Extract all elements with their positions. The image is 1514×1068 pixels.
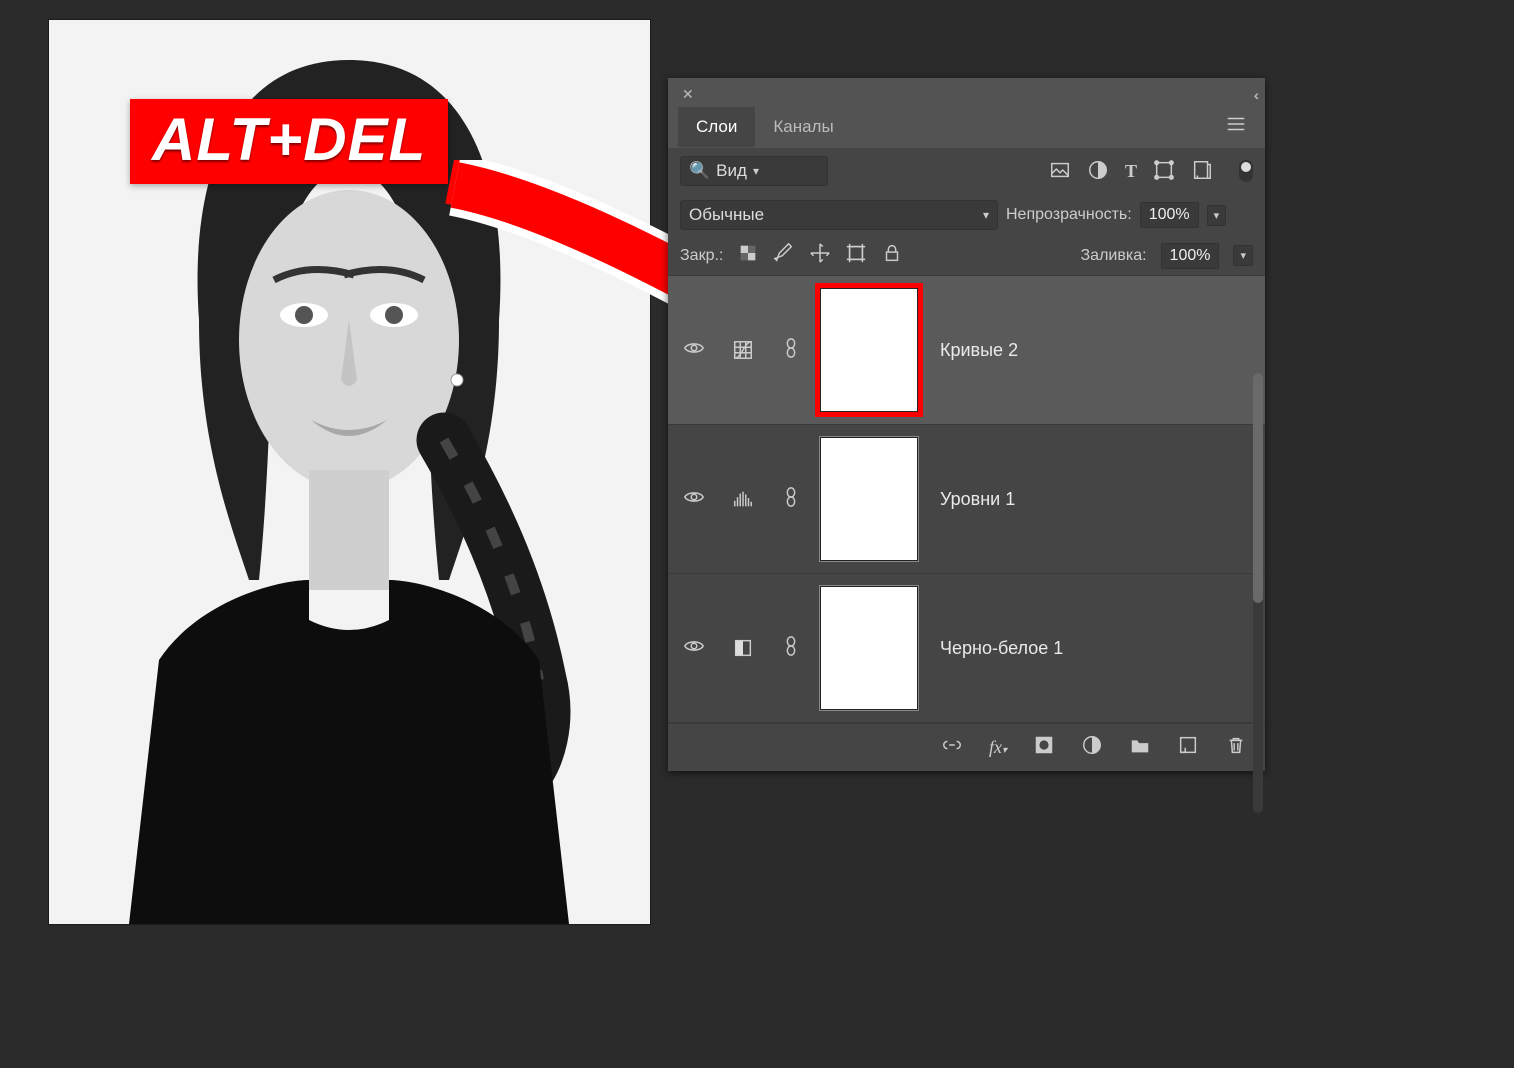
panel-menu-icon[interactable] xyxy=(1217,105,1255,148)
filter-shape-icon[interactable] xyxy=(1153,159,1175,184)
filter-adjustment-icon[interactable] xyxy=(1087,159,1109,184)
layers-panel: ✕ ‹‹ Слои Каналы 🔍 Вид ▾ T xyxy=(668,78,1265,771)
blend-mode-dropdown[interactable]: Обычные ▾ xyxy=(680,200,998,230)
layer-name-label[interactable]: Черно-белое 1 xyxy=(940,638,1063,659)
lock-label: Закр.: xyxy=(680,247,723,265)
layer-row[interactable]: Черно-белое 1 xyxy=(668,574,1265,723)
curves-adjustment-icon[interactable] xyxy=(728,335,758,365)
filter-type-icon[interactable]: T xyxy=(1125,162,1137,180)
filter-toggle-switch[interactable] xyxy=(1239,160,1253,182)
lock-pixels-icon[interactable] xyxy=(773,242,795,269)
visibility-toggle-icon[interactable] xyxy=(682,486,706,513)
opacity-value[interactable]: 100% xyxy=(1140,202,1199,228)
levels-adjustment-icon[interactable] xyxy=(728,484,758,514)
mask-link-icon[interactable] xyxy=(780,337,798,364)
filter-smartobject-icon[interactable] xyxy=(1191,159,1213,184)
fill-value[interactable]: 100% xyxy=(1161,243,1220,269)
tab-layers[interactable]: Слои xyxy=(678,107,755,147)
lock-artboard-icon[interactable] xyxy=(845,242,867,269)
layer-mask-thumbnail[interactable] xyxy=(820,288,918,412)
layer-filter-icons: T xyxy=(1049,159,1213,184)
layer-row[interactable]: Уровни 1 xyxy=(668,425,1265,574)
visibility-toggle-icon[interactable] xyxy=(682,635,706,662)
search-icon: 🔍 xyxy=(689,161,710,181)
layer-mask-thumbnail[interactable] xyxy=(820,437,918,561)
new-adjustment-layer-icon[interactable] xyxy=(1081,734,1103,761)
add-mask-icon[interactable] xyxy=(1033,734,1055,761)
layer-style-icon[interactable]: fx▾ xyxy=(989,737,1007,758)
panel-tabs: Слои Каналы xyxy=(668,105,1265,148)
layers-panel-footer: fx▾ xyxy=(668,723,1265,771)
mask-link-icon[interactable] xyxy=(780,486,798,513)
filter-kind-label: Вид xyxy=(716,161,747,181)
layers-list: Кривые 2 Уровни 1 xyxy=(668,275,1265,723)
delete-layer-icon[interactable] xyxy=(1225,734,1247,761)
fill-label: Заливка: xyxy=(1081,247,1147,265)
chevron-down-icon: ▾ xyxy=(753,164,759,178)
blend-mode-label: Обычные xyxy=(689,205,764,225)
layer-name-label[interactable]: Уровни 1 xyxy=(940,489,1015,510)
new-group-icon[interactable] xyxy=(1129,734,1151,761)
close-icon[interactable]: ✕ xyxy=(678,84,698,105)
lock-all-icon[interactable] xyxy=(881,242,903,269)
opacity-stepper[interactable]: ▾ xyxy=(1207,205,1227,226)
layer-name-label[interactable]: Кривые 2 xyxy=(940,340,1018,361)
lock-position-icon[interactable] xyxy=(809,242,831,269)
collapse-panel-icon[interactable]: ‹‹ xyxy=(1254,87,1255,103)
new-layer-icon[interactable] xyxy=(1177,734,1199,761)
visibility-toggle-icon[interactable] xyxy=(682,337,706,364)
scrollbar-thumb[interactable] xyxy=(1253,373,1263,603)
shortcut-badge: ALT+DEL xyxy=(130,99,448,184)
link-layers-icon[interactable] xyxy=(941,734,963,761)
layer-mask-thumbnail[interactable] xyxy=(820,586,918,710)
fill-stepper[interactable]: ▾ xyxy=(1233,245,1253,266)
lock-fill-row: Закр.: Заливка: 100% ▾ xyxy=(668,236,1265,275)
layer-row[interactable]: Кривые 2 xyxy=(668,276,1265,425)
tab-channels[interactable]: Каналы xyxy=(755,107,851,147)
stage: ALT+DEL ✕ ‹‹ Слои Каналы xyxy=(0,0,1514,1068)
black-white-adjustment-icon[interactable] xyxy=(728,633,758,663)
lock-transparency-icon[interactable] xyxy=(737,242,759,269)
layer-filter-row: 🔍 Вид ▾ T xyxy=(668,148,1265,194)
filter-pixel-icon[interactable] xyxy=(1049,159,1071,184)
opacity-label: Непрозрачность: xyxy=(1006,206,1132,224)
mask-link-icon[interactable] xyxy=(780,635,798,662)
layer-filter-kind-dropdown[interactable]: 🔍 Вид ▾ xyxy=(680,156,828,186)
blend-opacity-row: Обычные ▾ Непрозрачность: 100% ▾ xyxy=(668,194,1265,236)
chevron-down-icon: ▾ xyxy=(983,208,989,222)
